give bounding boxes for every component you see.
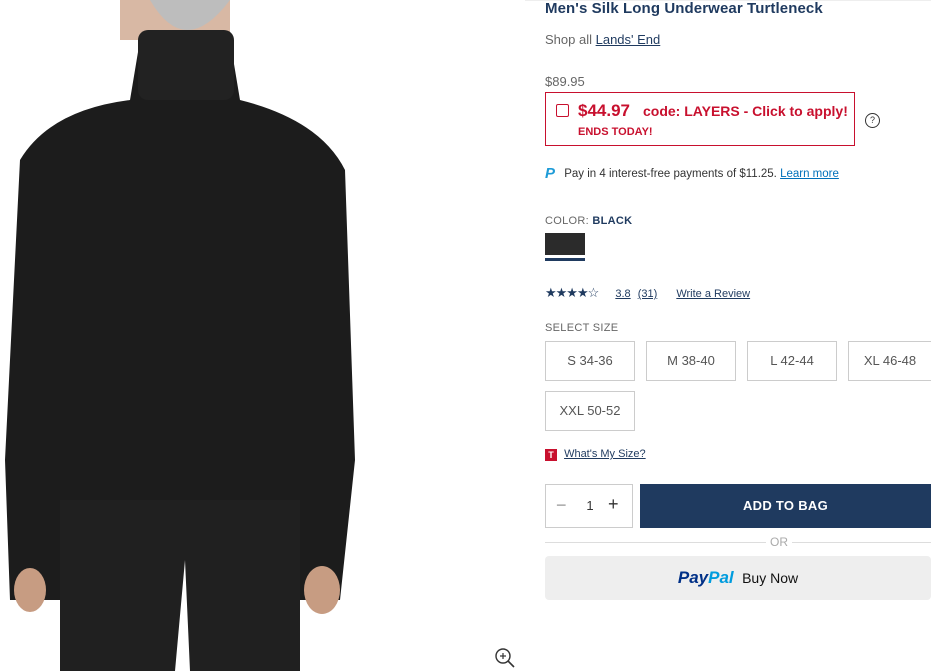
- size-label: SELECT SIZE: [545, 322, 619, 334]
- zoom-icon[interactable]: [494, 647, 516, 669]
- quantity-increase-button[interactable]: +: [608, 494, 619, 515]
- paypal-logo: PayPal: [677, 568, 734, 587]
- size-option-xl[interactable]: XL 46-48: [848, 341, 931, 381]
- sale-price: $44.97: [578, 101, 630, 120]
- paypal-buy-now-text: Buy Now: [742, 570, 799, 586]
- whats-my-size[interactable]: T What's My Size?: [545, 448, 646, 461]
- quantity-value[interactable]: 1: [584, 498, 596, 513]
- regular-price: $89.95: [545, 74, 585, 89]
- star-rating-icon: ★★★★☆: [545, 285, 599, 300]
- or-text: OR: [766, 535, 792, 549]
- color-swatch-black[interactable]: [545, 233, 585, 258]
- shop-all-prefix: Shop all: [545, 32, 592, 47]
- truefit-icon: T: [545, 449, 557, 461]
- or-divider: [545, 542, 931, 543]
- promo-apply-box[interactable]: $44.97 code: LAYERS - Click to apply! EN…: [545, 92, 855, 146]
- learn-more-link[interactable]: Learn more: [780, 168, 839, 180]
- whats-my-size-link[interactable]: What's My Size?: [564, 448, 646, 460]
- quantity-decrease-button[interactable]: −: [556, 495, 567, 516]
- promo-checkbox[interactable]: [556, 104, 569, 117]
- write-review-link[interactable]: Write a Review: [676, 288, 750, 300]
- promo-code-text: code: LAYERS - Click to apply!: [643, 103, 848, 119]
- review-count-link[interactable]: (31): [638, 288, 658, 300]
- rating-value-link[interactable]: 3.8: [615, 288, 630, 300]
- paypal-pay-in-4: P Pay in 4 interest-free payments of $11…: [545, 165, 839, 182]
- size-option-xxl[interactable]: XXL 50-52: [545, 391, 635, 431]
- size-option-m[interactable]: M 38-40: [646, 341, 736, 381]
- paypal-buy-now-button[interactable]: PayPal Buy Now: [545, 556, 931, 600]
- help-icon[interactable]: ?: [865, 113, 880, 128]
- size-option-s[interactable]: S 34-36: [545, 341, 635, 381]
- size-option-l[interactable]: L 42-44: [747, 341, 837, 381]
- product-image[interactable]: [0, 0, 525, 671]
- product-title: Men's Silk Long Underwear Turtleneck: [545, 0, 823, 17]
- color-label: COLOR: BLACK: [545, 215, 632, 227]
- brand-link[interactable]: Lands' End: [596, 32, 661, 47]
- paypal-message-text: Pay in 4 interest-free payments of $11.2…: [564, 168, 777, 180]
- rating-row: ★★★★☆ 3.8 (31) Write a Review: [545, 285, 754, 301]
- color-value: BLACK: [592, 215, 633, 227]
- shop-all-line: Shop all Lands' End: [545, 32, 660, 47]
- quantity-stepper: − 1 +: [545, 484, 633, 528]
- promo-ends-text: ENDS TODAY!: [578, 126, 653, 138]
- color-label-prefix: COLOR:: [545, 215, 589, 227]
- product-photo: [5, 0, 355, 671]
- add-to-bag-button[interactable]: ADD TO BAG: [640, 484, 931, 528]
- paypal-p-icon: P: [545, 165, 556, 182]
